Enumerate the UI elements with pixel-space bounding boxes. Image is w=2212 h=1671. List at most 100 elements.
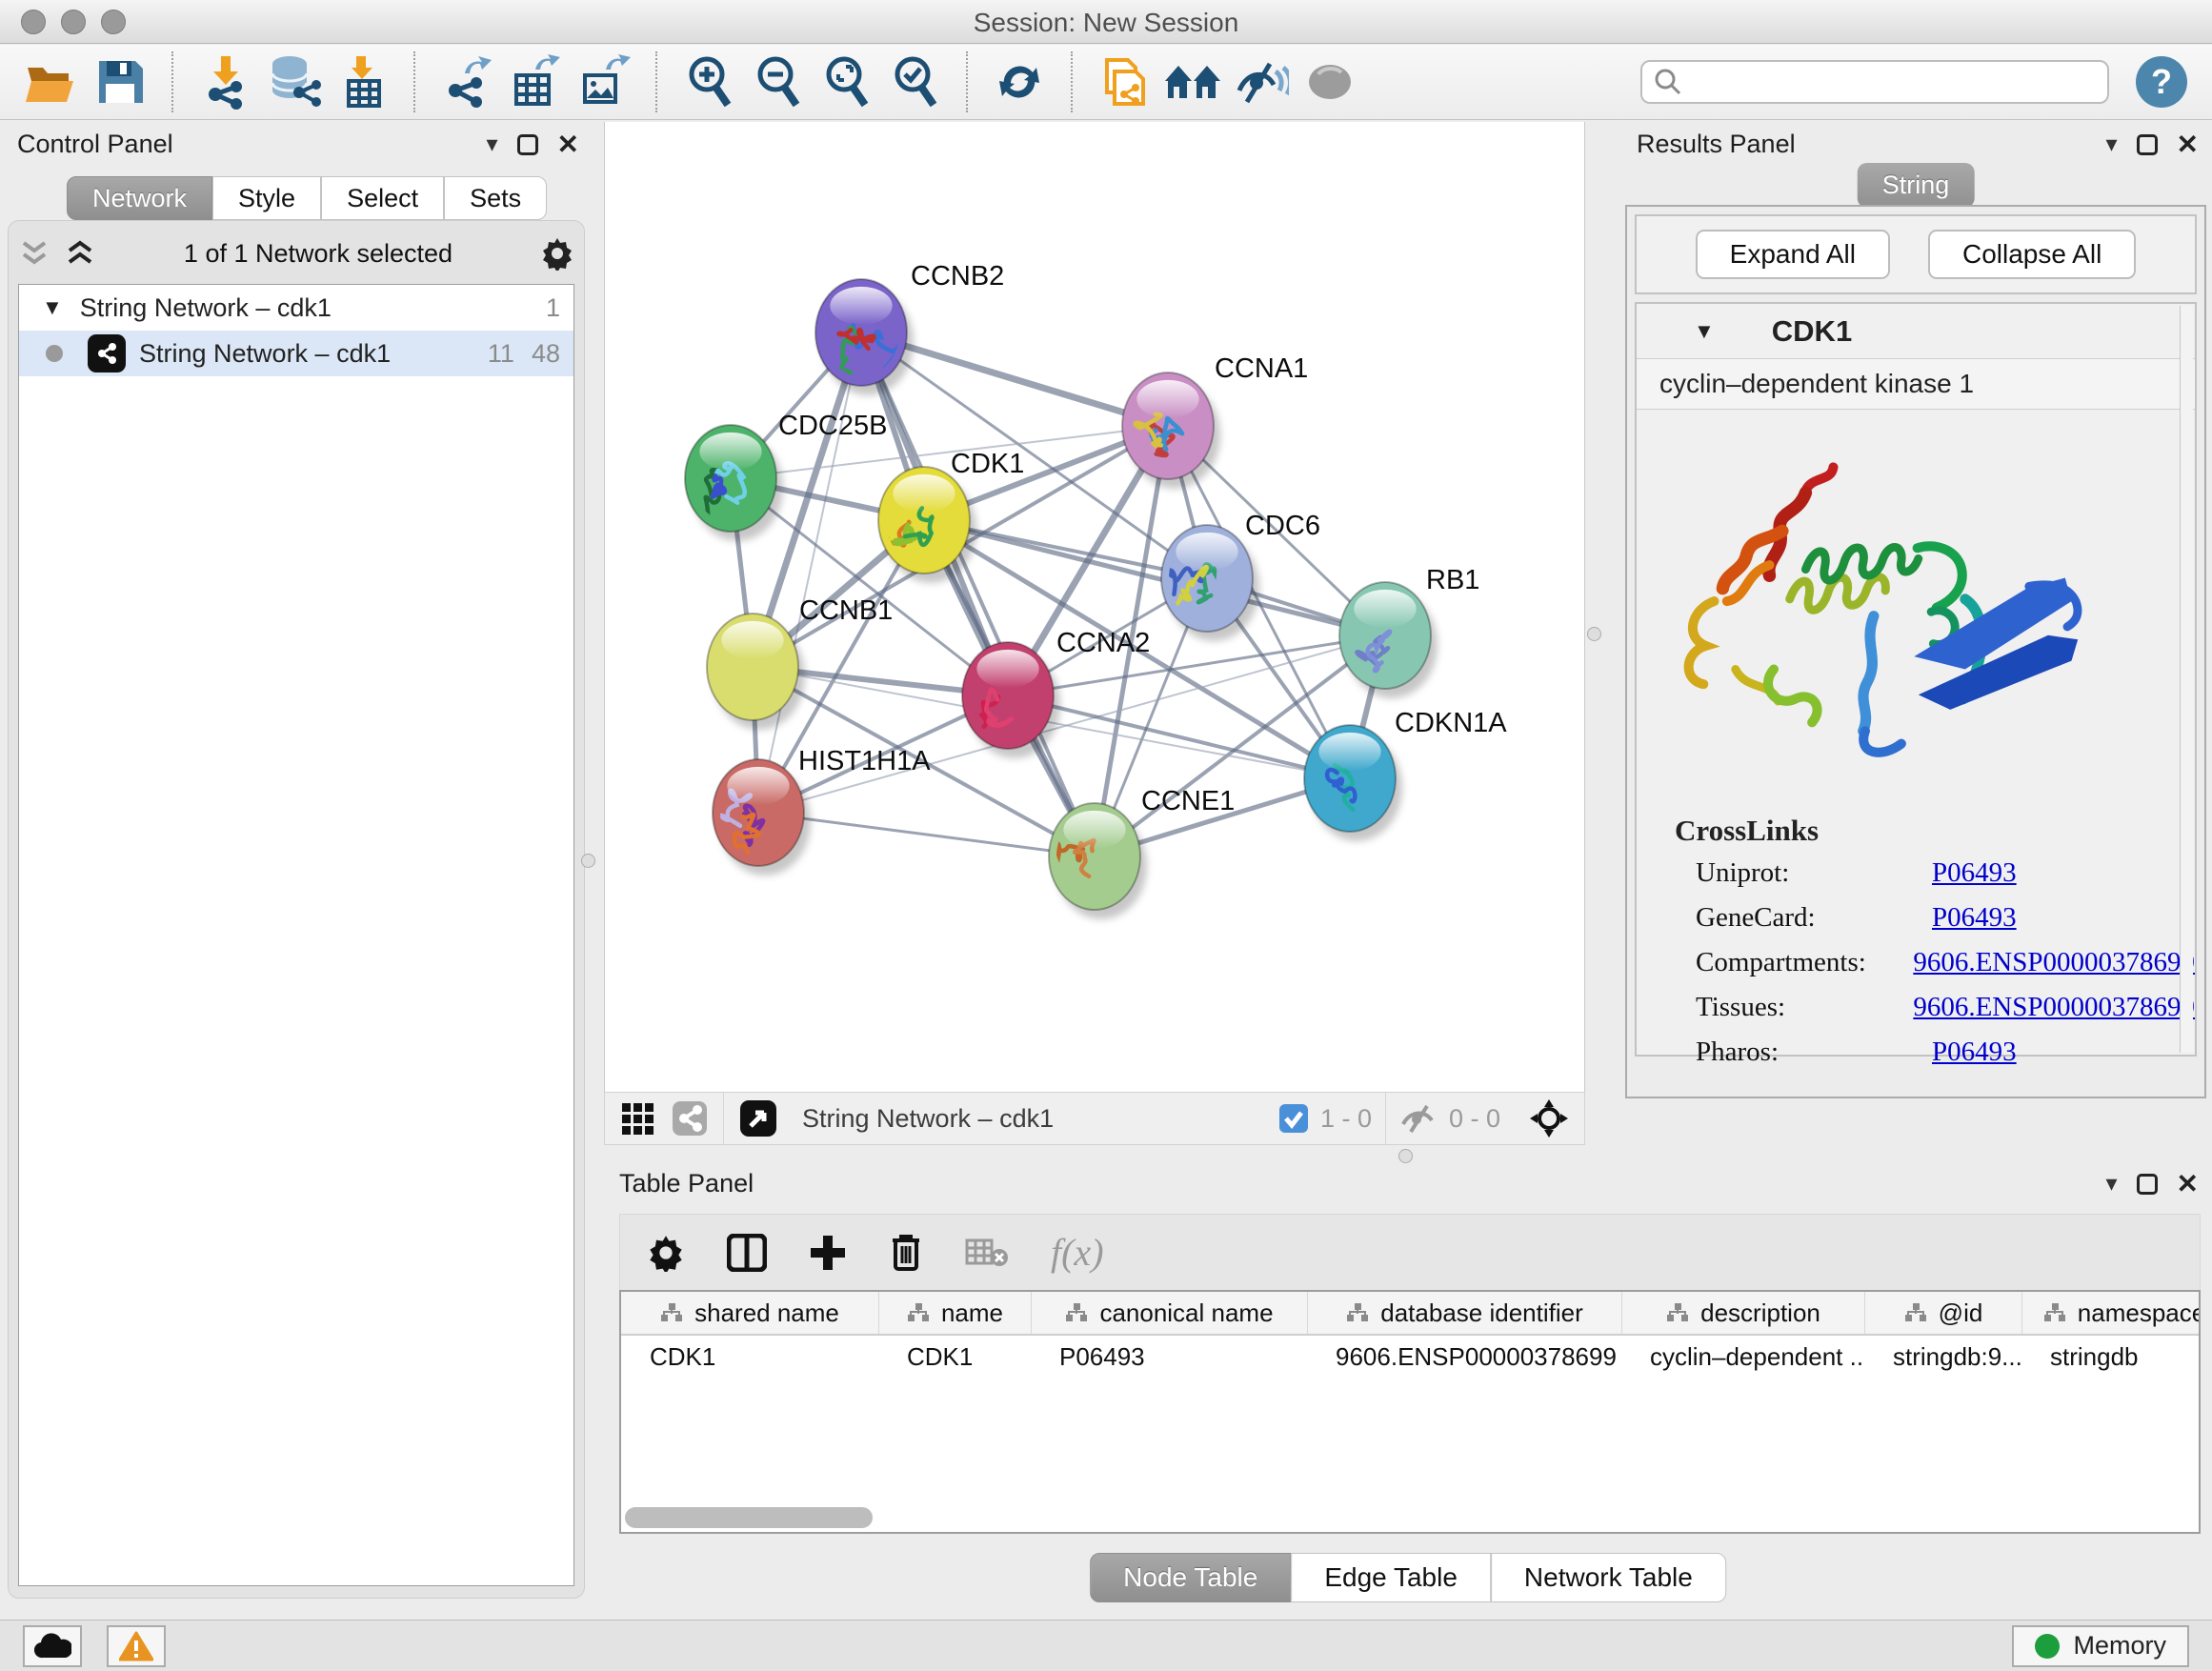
- network-options-gear-icon[interactable]: [540, 236, 574, 271]
- maximize-panel-icon[interactable]: [2137, 134, 2158, 155]
- results-scrollbar[interactable]: [2180, 306, 2193, 1053]
- save-session-icon[interactable]: [86, 51, 154, 112]
- network-row-selected[interactable]: String Network – cdk1 11 48: [19, 331, 573, 376]
- network-edge-count: 48: [532, 339, 560, 369]
- delete-table-icon[interactable]: [965, 1237, 1009, 1269]
- crosslink-link[interactable]: P06493: [1932, 902, 2017, 934]
- zoom-selected-icon[interactable]: [880, 51, 949, 112]
- export-network-icon[interactable]: [432, 51, 501, 112]
- network-node-CCNA2[interactable]: [961, 642, 1060, 758]
- birds-eye-view-icon[interactable]: [739, 1099, 777, 1137]
- memory-button[interactable]: Memory: [2012, 1625, 2189, 1667]
- crosslink-row: Pharos:P06493: [1675, 1037, 2195, 1068]
- left-splitter-handle[interactable]: [581, 854, 595, 868]
- collapse-all-networks-icon[interactable]: [18, 239, 50, 268]
- apply-preferred-layout-icon[interactable]: [985, 51, 1054, 112]
- tab-style[interactable]: Style: [212, 176, 321, 220]
- copy-network-icon[interactable]: [1090, 51, 1158, 112]
- tab-edge-table[interactable]: Edge Table: [1291, 1553, 1491, 1602]
- import-network-file-icon[interactable]: [191, 51, 259, 112]
- table-options-gear-icon[interactable]: [647, 1234, 685, 1272]
- network-edge[interactable]: [861, 332, 1095, 856]
- export-table-icon[interactable]: [501, 51, 570, 112]
- network-node-CCNE1[interactable]: [1049, 803, 1147, 919]
- delete-column-icon[interactable]: [889, 1233, 923, 1273]
- network-node-CDK1[interactable]: [878, 467, 976, 583]
- tab-network-table[interactable]: Network Table: [1491, 1553, 1726, 1602]
- memory-status-icon: [2035, 1634, 2060, 1659]
- export-image-icon[interactable]: [570, 51, 638, 112]
- fit-selection-crosshair-icon[interactable]: [1529, 1098, 1569, 1138]
- network-node-HIST1H1A[interactable]: [713, 759, 811, 876]
- tab-string[interactable]: String: [1858, 163, 1975, 208]
- network-node-CCNB2[interactable]: [815, 279, 914, 395]
- warnings-button[interactable]: [107, 1625, 166, 1667]
- network-node-RB1[interactable]: [1339, 582, 1438, 698]
- tab-network[interactable]: Network: [67, 176, 212, 220]
- expand-all-networks-icon[interactable]: [64, 239, 96, 268]
- zoom-fit-content-icon[interactable]: [812, 51, 880, 112]
- import-table-file-icon[interactable]: [328, 51, 396, 112]
- tab-select[interactable]: Select: [321, 176, 444, 220]
- network-node-CCNA1[interactable]: [1122, 372, 1220, 489]
- tab-node-table[interactable]: Node Table: [1090, 1553, 1291, 1602]
- table-horizontal-scrollbar[interactable]: [625, 1507, 873, 1528]
- network-view-icon[interactable]: [672, 1100, 708, 1137]
- show-columns-icon[interactable]: [727, 1234, 767, 1272]
- table-row[interactable]: CDK1CDK1P064939606.ENSP00000378699cyclin…: [621, 1336, 2199, 1378]
- close-panel-icon[interactable]: ✕: [2177, 1168, 2199, 1199]
- selected-checkbox-icon[interactable]: [1278, 1103, 1309, 1134]
- function-builder-icon[interactable]: f(x): [1051, 1230, 1104, 1275]
- float-panel-icon[interactable]: ▾: [486, 131, 497, 158]
- node-table: shared namenamecanonical namedatabase id…: [619, 1290, 2201, 1534]
- import-network-database-icon[interactable]: [259, 51, 328, 112]
- zoom-out-icon[interactable]: [743, 51, 812, 112]
- network-node-CDKN1A[interactable]: [1304, 725, 1402, 841]
- float-panel-icon[interactable]: ▾: [2105, 131, 2117, 158]
- node-label-CDC25B: CDC25B: [778, 411, 887, 441]
- close-panel-icon[interactable]: ✕: [2177, 129, 2199, 160]
- crosslink-link[interactable]: 9606.ENSP00000378699: [1913, 992, 2195, 1023]
- hidden-eye-icon[interactable]: [1399, 1103, 1438, 1134]
- application-window: Session: New Session: [0, 0, 2212, 1671]
- help-button[interactable]: ?: [2136, 56, 2187, 108]
- string-protein-query-icon[interactable]: [1158, 51, 1227, 112]
- column-header-namespace[interactable]: namespace: [2021, 1292, 2201, 1334]
- network-node-CDC25B[interactable]: [685, 425, 783, 541]
- close-panel-icon[interactable]: ✕: [557, 129, 579, 160]
- add-column-icon[interactable]: [809, 1234, 847, 1272]
- crosslink-link[interactable]: 9606.ENSP00000378699: [1913, 947, 2195, 978]
- collapse-all-button[interactable]: Collapse All: [1928, 230, 2136, 279]
- network-node-CDC6[interactable]: [1161, 525, 1259, 641]
- open-session-icon[interactable]: [17, 51, 86, 112]
- hide-selected-icon[interactable]: [1227, 51, 1296, 112]
- maximize-panel-icon[interactable]: [2137, 1174, 2158, 1195]
- column-header-description[interactable]: description: [1621, 1292, 1864, 1334]
- column-header-shared-name[interactable]: shared name: [621, 1292, 878, 1334]
- column-header-database-identifier[interactable]: database identifier: [1307, 1292, 1621, 1334]
- gene-expander-icon[interactable]: ▼: [1694, 319, 1715, 344]
- table-panel: Table Panel ▾ ✕ f(x) shared namenamecano…: [604, 1164, 2212, 1620]
- network-view-toolbar: String Network – cdk1 1 - 0 0 - 0: [604, 1092, 1585, 1145]
- bottom-splitter-handle[interactable]: [1398, 1149, 1413, 1163]
- grid-view-icon[interactable]: [620, 1101, 654, 1136]
- cloud-status-button[interactable]: [23, 1625, 82, 1667]
- zoom-in-icon[interactable]: [674, 51, 743, 112]
- column-header-canonical-name[interactable]: canonical name: [1031, 1292, 1307, 1334]
- crosslink-link[interactable]: P06493: [1932, 1037, 2017, 1068]
- maximize-panel-icon[interactable]: [517, 134, 538, 155]
- node-label-CDK1: CDK1: [951, 449, 1024, 479]
- network-canvas[interactable]: CCNB2CCNA1CDC25BCDK1CDC6RB1CCNB1CCNA2CDK…: [604, 122, 1585, 1092]
- right-splitter-handle[interactable]: [1587, 627, 1601, 641]
- column-header-name[interactable]: name: [878, 1292, 1031, 1334]
- tab-sets[interactable]: Sets: [444, 176, 547, 220]
- search-input[interactable]: [1682, 67, 2096, 98]
- network-collection-row[interactable]: ▼ String Network – cdk1 1: [19, 285, 573, 331]
- show-graphics-details-icon[interactable]: [1296, 51, 1364, 112]
- column-header--id[interactable]: @id: [1864, 1292, 2021, 1334]
- expand-all-button[interactable]: Expand All: [1696, 230, 1890, 279]
- network-edge[interactable]: [758, 332, 861, 813]
- collection-expander-icon[interactable]: ▼: [42, 295, 63, 320]
- float-panel-icon[interactable]: ▾: [2105, 1170, 2117, 1198]
- crosslink-link[interactable]: P06493: [1932, 857, 2017, 889]
